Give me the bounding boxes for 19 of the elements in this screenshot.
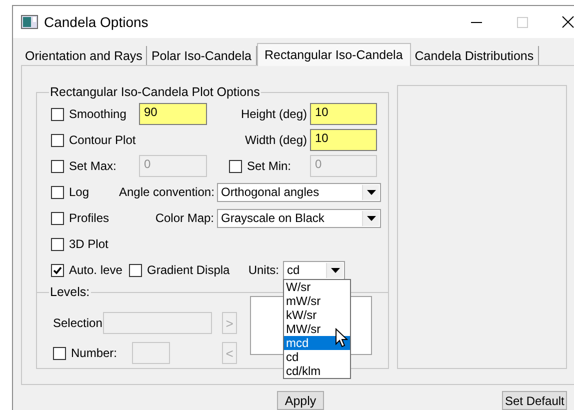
group-title: Levels: <box>49 285 91 299</box>
group-title: Rectangular Iso-Candela Plot Options <box>49 85 261 99</box>
field-label: Angle convention: <box>119 185 214 199</box>
checkbox-label: Set Min: <box>247 159 292 173</box>
checkbox-label: Set Max: <box>69 159 116 173</box>
checkbox-label: Auto. leve <box>69 263 122 277</box>
checkbox-label: Smoothing <box>69 107 126 121</box>
window-title: Candela Options <box>44 14 150 30</box>
checkbox-label: Log <box>69 185 90 199</box>
field-label: Units: <box>247 263 279 277</box>
field-label: Height (deg) <box>240 107 307 121</box>
field-label: Width (deg) <box>244 133 307 147</box>
checkbox-label: Profiles <box>69 211 110 225</box>
checkbox-label: Contour Plot <box>69 133 136 147</box>
checkbox-label: 3D Plot <box>69 237 108 251</box>
checkbox-label: Gradient Displa <box>147 263 230 277</box>
checkbox-label: Number: <box>71 346 118 360</box>
field-label: Color Map: <box>154 211 214 225</box>
field-label: Selection <box>53 316 104 330</box>
